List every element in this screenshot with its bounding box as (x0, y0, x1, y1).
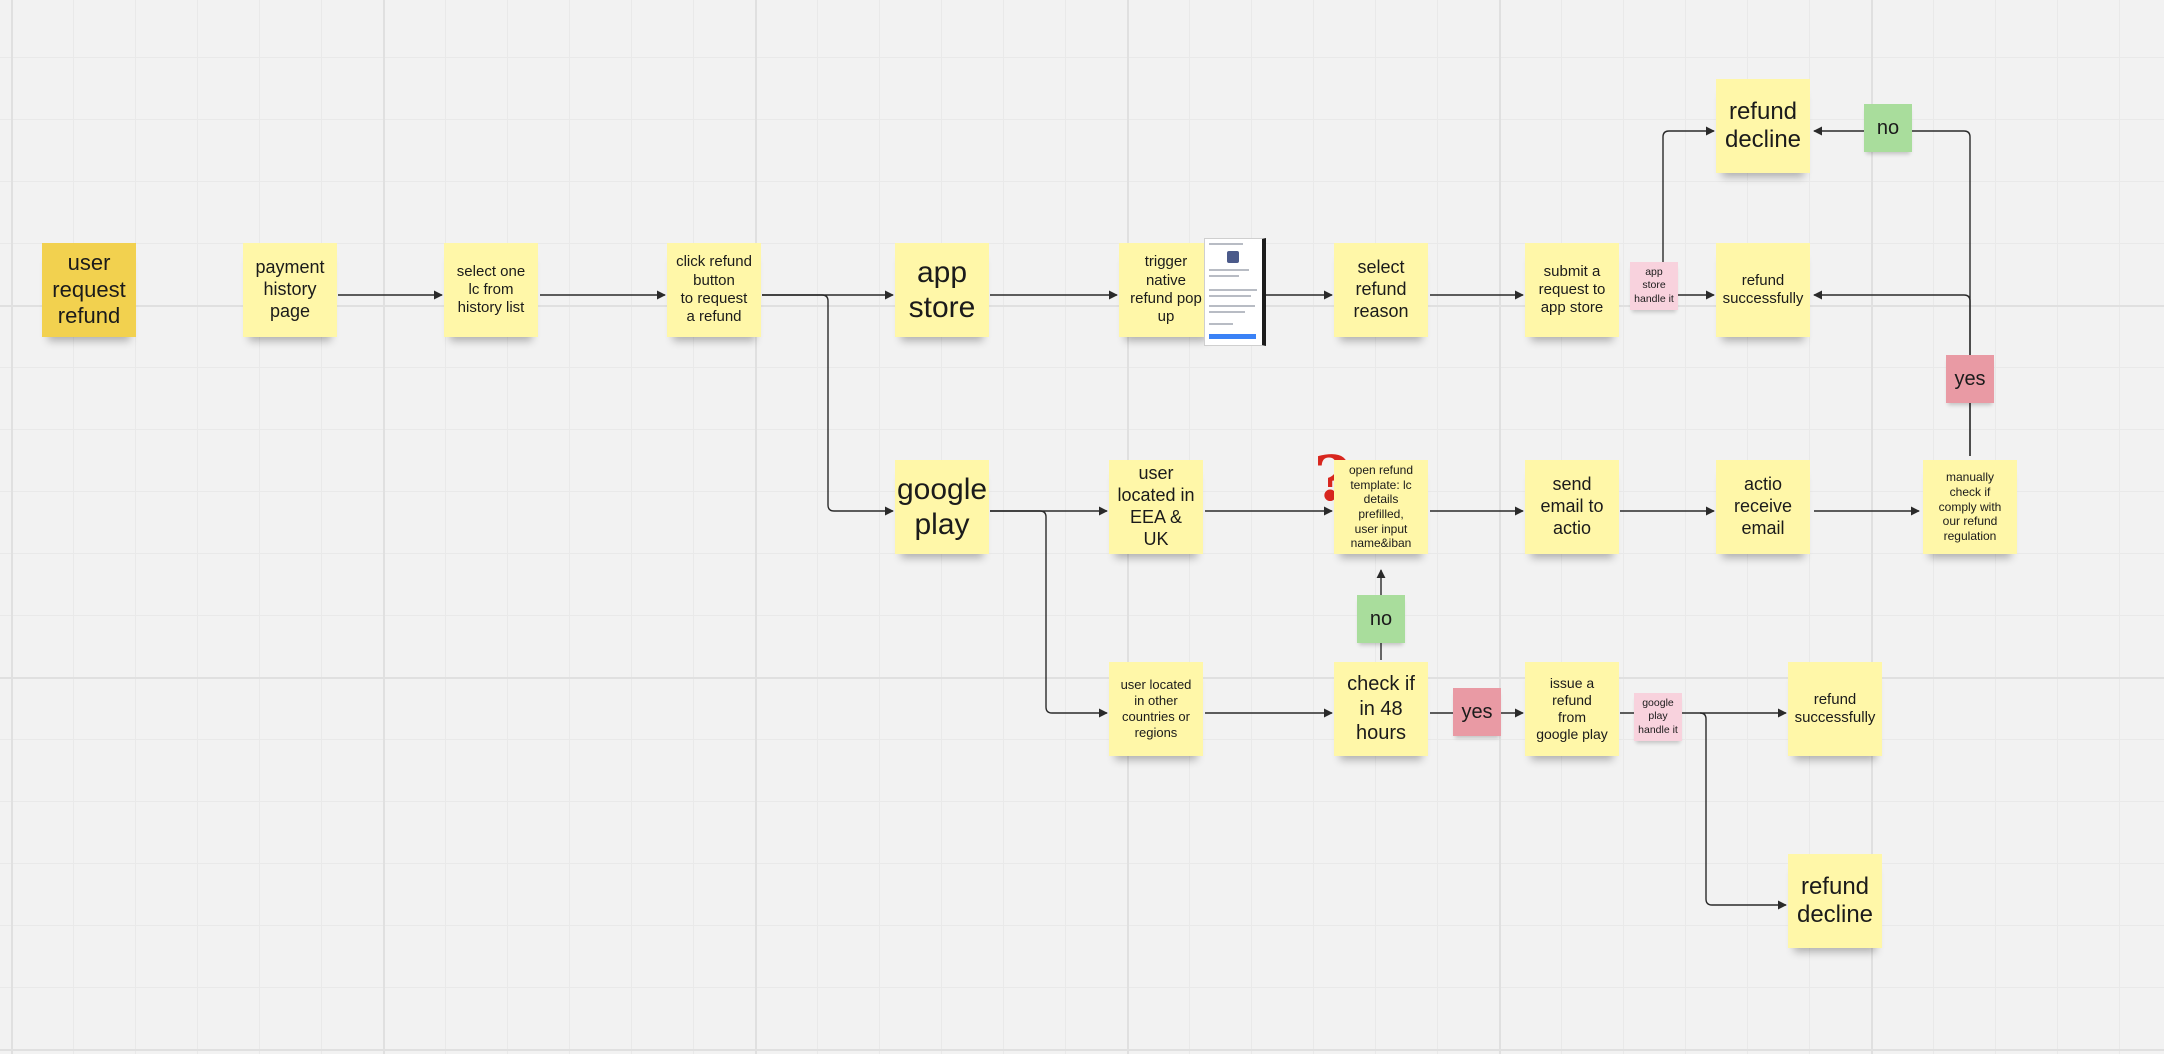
note-send-email-to-actio[interactable]: send email to actio (1525, 460, 1619, 554)
note-select-refund-reason[interactable]: select refund reason (1334, 243, 1428, 337)
note-app-store-handle-it[interactable]: app store handle it (1630, 262, 1678, 310)
note-open-refund-template[interactable]: open refund template: lc details prefill… (1334, 460, 1428, 554)
edge-googleplay-to-other (990, 510, 1108, 718)
note-user-request-refund[interactable]: user request refund (42, 243, 136, 337)
refund-popup-screenshot-thumbnail[interactable] (1204, 238, 1266, 346)
note-trigger-native-popup[interactable]: trigger native refund pop up (1119, 243, 1213, 337)
note-refund-successfully-bottom[interactable]: refund successfully (1788, 662, 1882, 756)
note-actio-receive-email[interactable]: actio receive email (1716, 460, 1810, 554)
note-google-play-handle-it[interactable]: google play handle it (1634, 693, 1682, 741)
note-google-play[interactable]: google play (895, 460, 989, 554)
note-refund-decline-top[interactable]: refund decline (1716, 79, 1810, 173)
note-check-within-48-hours[interactable]: check if in 48 hours (1334, 662, 1428, 756)
note-user-located-other-countries[interactable]: user located in other countries or regio… (1109, 662, 1203, 756)
note-app-store[interactable]: app store (895, 243, 989, 337)
note-issue-refund-google-play[interactable]: issue a refund from google play (1525, 662, 1619, 756)
edge-click-to-googleplay (762, 294, 894, 516)
note-payment-history-page[interactable]: payment history page (243, 243, 337, 337)
note-yes-mid[interactable]: yes (1453, 688, 1501, 736)
note-refund-successfully-top[interactable]: refund successfully (1716, 243, 1810, 337)
note-no-top[interactable]: no (1864, 104, 1912, 152)
edge-issue-to-decline (1699, 712, 1787, 910)
note-no-mid[interactable]: no (1357, 595, 1405, 643)
note-refund-decline-bottom[interactable]: refund decline (1788, 854, 1882, 948)
note-manually-check-regulation[interactable]: manually check if comply with our refund… (1923, 460, 2017, 554)
note-user-located-eea-uk[interactable]: user located in EEA & UK (1109, 460, 1203, 554)
whiteboard-canvas[interactable]: user request refund payment history page… (0, 0, 2164, 1054)
edge-manual-to-decline (1813, 126, 1971, 456)
note-select-lc[interactable]: select one lc from history list (444, 243, 538, 337)
note-click-refund-button[interactable]: click refund button to request a refund (667, 243, 761, 337)
note-yes-right[interactable]: yes (1946, 355, 1994, 403)
note-submit-request-app-store[interactable]: submit a request to app store (1525, 243, 1619, 337)
